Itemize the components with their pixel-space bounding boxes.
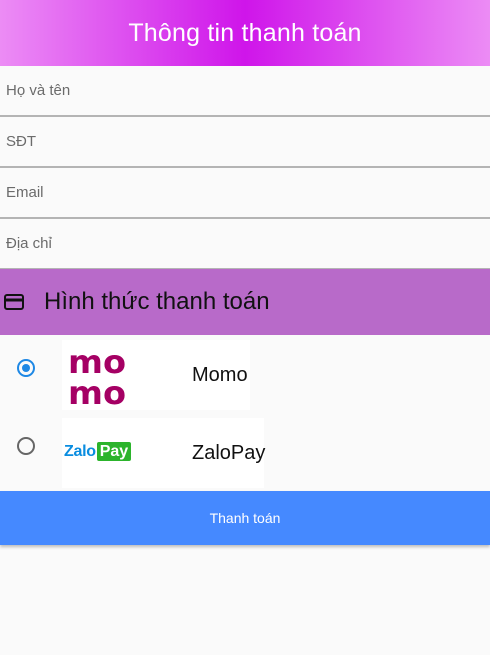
payment-method-header: Hình thức thanh toán xyxy=(0,269,490,335)
payment-method-title: Hình thức thanh toán xyxy=(44,288,270,315)
zalopay-logo-zalo: Zalo xyxy=(64,442,96,460)
name-field[interactable] xyxy=(0,66,490,115)
payment-screen: Thông tin thanh toán Hình thức thanh toá… xyxy=(0,0,490,655)
zalopay-radio[interactable] xyxy=(17,437,35,455)
address-field-container xyxy=(0,219,490,270)
credit-card-icon xyxy=(4,292,24,312)
zalopay-logo-icon: Zalo Pay xyxy=(64,442,132,461)
momo-logo-icon: mo mo xyxy=(68,346,126,406)
svg-text:mo: mo xyxy=(68,374,126,406)
email-field[interactable] xyxy=(0,168,490,217)
zalopay-logo-pay: Pay xyxy=(96,442,132,461)
momo-card[interactable]: mo mo Momo xyxy=(62,340,250,410)
address-field[interactable] xyxy=(0,219,490,268)
zalopay-card[interactable]: Zalo Pay ZaloPay xyxy=(62,418,266,488)
name-field-container xyxy=(0,66,490,117)
checkout-button[interactable]: Thanh toán xyxy=(0,491,490,545)
phone-field[interactable] xyxy=(0,117,490,166)
payment-option-momo[interactable]: mo mo Momo xyxy=(0,338,490,416)
momo-radio[interactable] xyxy=(17,359,35,377)
momo-label: Momo xyxy=(192,363,248,386)
zalopay-label: ZaloPay xyxy=(192,441,266,464)
email-field-container xyxy=(0,168,490,219)
payment-option-zalopay[interactable]: Zalo Pay ZaloPay xyxy=(0,416,490,494)
phone-field-container xyxy=(0,117,490,168)
app-bar: Thông tin thanh toán xyxy=(0,0,490,66)
page-title: Thông tin thanh toán xyxy=(128,18,362,47)
